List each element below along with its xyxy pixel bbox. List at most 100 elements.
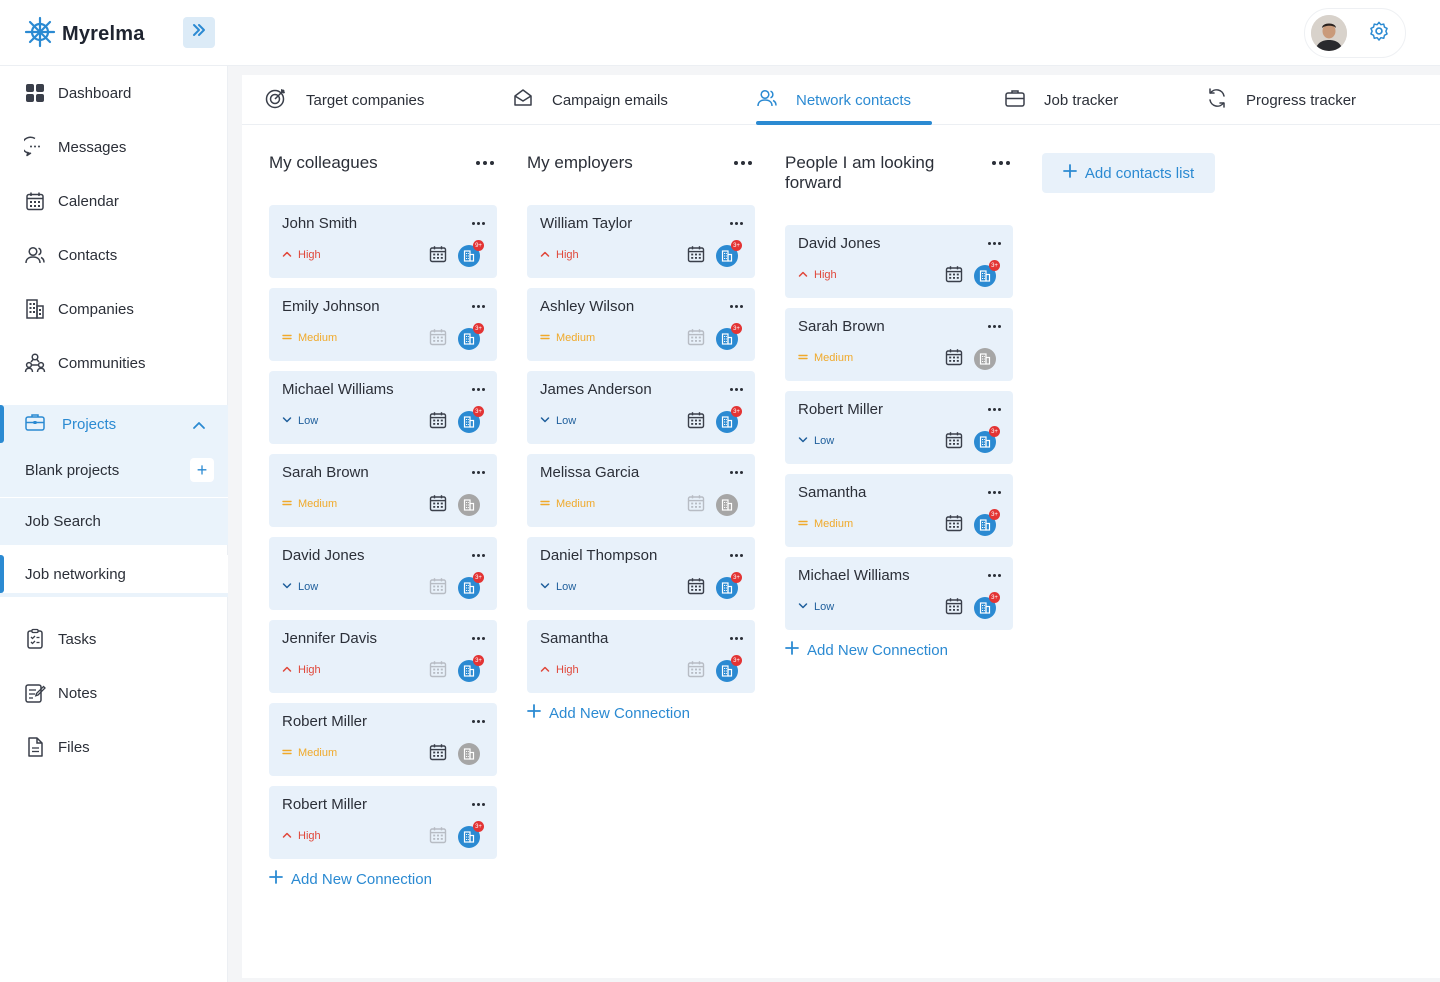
column-menu-icon[interactable]	[989, 155, 1013, 171]
card-menu-icon[interactable]	[988, 404, 1002, 414]
add-contacts-list-button[interactable]: Add contacts list	[1042, 153, 1215, 193]
company-icon[interactable]: 9+	[458, 240, 484, 267]
company-icon[interactable]: 3+	[458, 323, 484, 350]
contact-card[interactable]: David Jones Low 3+	[269, 537, 497, 610]
company-icon[interactable]: 3+	[458, 406, 484, 433]
contact-card[interactable]: Michael Williams Low 3+	[785, 557, 1013, 630]
calendar-icon[interactable]	[429, 245, 447, 268]
sidebar-item-messages[interactable]: Messages	[0, 127, 228, 167]
card-menu-icon[interactable]	[472, 550, 486, 560]
company-icon[interactable]	[458, 743, 480, 765]
contact-card[interactable]: Samantha High 3+	[527, 620, 755, 693]
calendar-icon[interactable]	[945, 265, 963, 288]
calendar-icon[interactable]	[429, 411, 447, 434]
tab-network-contacts[interactable]: Network contacts	[756, 75, 911, 125]
calendar-icon[interactable]	[687, 494, 705, 517]
card-menu-icon[interactable]	[730, 301, 744, 311]
company-icon[interactable]: 3+	[716, 406, 742, 433]
company-icon[interactable]: 3+	[974, 592, 1000, 619]
calendar-icon[interactable]	[687, 245, 705, 268]
contact-card[interactable]: Sarah Brown Medium	[269, 454, 497, 527]
company-icon[interactable]: 3+	[458, 572, 484, 599]
contact-card[interactable]: John Smith High 9+	[269, 205, 497, 278]
card-menu-icon[interactable]	[730, 218, 744, 228]
sidebar-subitem-job-search[interactable]: Job Search	[0, 497, 228, 545]
card-menu-icon[interactable]	[730, 467, 744, 477]
card-menu-icon[interactable]	[988, 487, 1002, 497]
contact-card[interactable]: William Taylor High 3+	[527, 205, 755, 278]
company-icon[interactable]: 3+	[974, 426, 1000, 453]
calendar-icon[interactable]	[687, 328, 705, 351]
sidebar-item-files[interactable]: Files	[0, 727, 228, 767]
tab-campaign-emails[interactable]: Campaign emails	[512, 75, 668, 125]
company-icon[interactable]: 3+	[716, 572, 742, 599]
tab-target-companies[interactable]: Target companies	[264, 75, 424, 125]
calendar-icon[interactable]	[429, 660, 447, 683]
contact-card[interactable]: Samantha Medium 3+	[785, 474, 1013, 547]
card-menu-icon[interactable]	[730, 384, 744, 394]
card-menu-icon[interactable]	[472, 467, 486, 477]
sidebar-item-notes[interactable]: Notes	[0, 673, 228, 713]
tab-job-tracker[interactable]: Job tracker	[1004, 75, 1118, 125]
expand-sidebar-button[interactable]	[183, 17, 215, 48]
calendar-icon[interactable]	[945, 514, 963, 537]
contact-card[interactable]: Ashley Wilson Medium 3+	[527, 288, 755, 361]
calendar-icon[interactable]	[429, 494, 447, 517]
avatar[interactable]	[1311, 15, 1347, 51]
contact-card[interactable]: Robert Miller High 3+	[269, 786, 497, 859]
card-menu-icon[interactable]	[988, 238, 1002, 248]
company-icon[interactable]: 3+	[458, 821, 484, 848]
add-new-connection-button[interactable]: Add New Connection	[785, 641, 948, 659]
column-menu-icon[interactable]	[731, 155, 755, 171]
card-menu-icon[interactable]	[730, 550, 744, 560]
contact-card[interactable]: James Anderson Low 3+	[527, 371, 755, 444]
company-icon[interactable]	[716, 494, 738, 516]
contact-card[interactable]: Sarah Brown Medium	[785, 308, 1013, 381]
calendar-icon[interactable]	[429, 826, 447, 849]
card-menu-icon[interactable]	[472, 799, 486, 809]
company-icon[interactable]: 3+	[716, 655, 742, 682]
card-menu-icon[interactable]	[988, 321, 1002, 331]
contact-card[interactable]: Melissa Garcia Medium	[527, 454, 755, 527]
sidebar-item-dashboard[interactable]: Dashboard	[0, 73, 228, 113]
card-menu-icon[interactable]	[472, 633, 486, 643]
company-icon[interactable]	[974, 348, 996, 370]
calendar-icon[interactable]	[429, 743, 447, 766]
contact-card[interactable]: Michael Williams Low 3+	[269, 371, 497, 444]
calendar-icon[interactable]	[945, 431, 963, 454]
sidebar-item-contacts[interactable]: Contacts	[0, 235, 228, 275]
card-menu-icon[interactable]	[988, 570, 1002, 580]
contact-card[interactable]: Daniel Thompson Low 3+	[527, 537, 755, 610]
company-icon[interactable]	[458, 494, 480, 516]
contact-card[interactable]: Emily Johnson Medium 3+	[269, 288, 497, 361]
company-icon[interactable]: 3+	[716, 240, 742, 267]
card-menu-icon[interactable]	[730, 633, 744, 643]
contact-card[interactable]: Jennifer Davis High 3+	[269, 620, 497, 693]
sidebar-item-tasks[interactable]: Tasks	[0, 619, 228, 659]
calendar-icon[interactable]	[687, 660, 705, 683]
add-project-button[interactable]: +	[190, 458, 214, 482]
sidebar-item-calendar[interactable]: Calendar	[0, 181, 228, 221]
card-menu-icon[interactable]	[472, 301, 486, 311]
card-menu-icon[interactable]	[472, 218, 486, 228]
sidebar-item-companies[interactable]: Companies	[0, 289, 228, 329]
app-logo[interactable]: Myrelma	[24, 16, 145, 53]
calendar-icon[interactable]	[687, 411, 705, 434]
company-icon[interactable]: 3+	[974, 509, 1000, 536]
contact-card[interactable]: Robert Miller Low 3+	[785, 391, 1013, 464]
sidebar-subitem-job-networking[interactable]: Job networking	[0, 555, 228, 593]
tab-progress-tracker[interactable]: Progress tracker	[1206, 75, 1356, 125]
sidebar-item-projects[interactable]: Projects	[0, 405, 228, 443]
calendar-icon[interactable]	[945, 348, 963, 371]
chevron-up-icon[interactable]	[192, 417, 206, 434]
calendar-icon[interactable]	[945, 597, 963, 620]
calendar-icon[interactable]	[429, 328, 447, 351]
add-new-connection-button[interactable]: Add New Connection	[527, 704, 690, 722]
card-menu-icon[interactable]	[472, 384, 486, 394]
company-icon[interactable]: 3+	[458, 655, 484, 682]
add-new-connection-button[interactable]: Add New Connection	[269, 870, 432, 888]
column-menu-icon[interactable]	[473, 155, 497, 171]
settings-button[interactable]	[1361, 15, 1397, 51]
company-icon[interactable]: 3+	[974, 260, 1000, 287]
sidebar-item-communities[interactable]: Communities	[0, 343, 228, 383]
